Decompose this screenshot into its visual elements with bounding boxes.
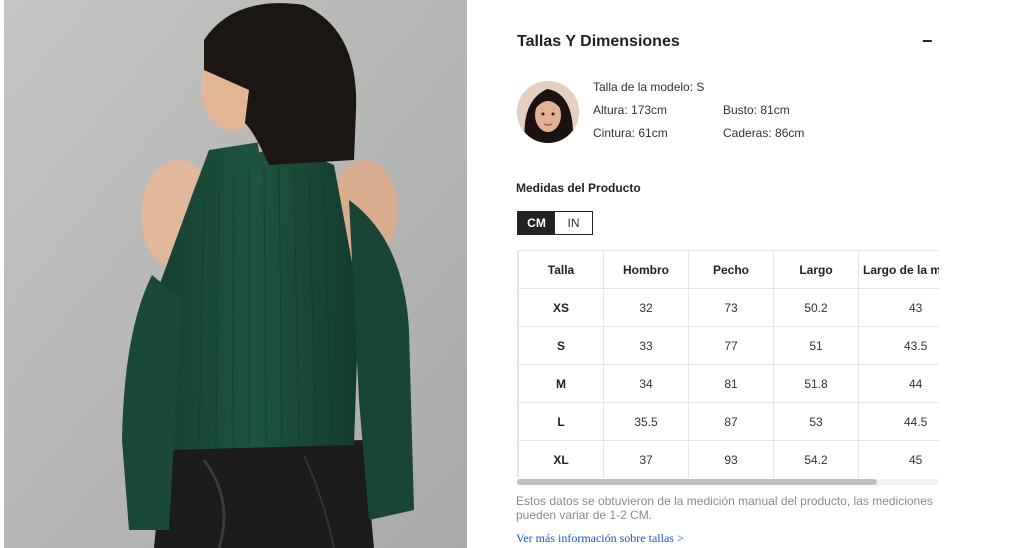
- unit-cm-button[interactable]: CM: [518, 212, 555, 234]
- collapse-icon[interactable]: −: [922, 32, 936, 52]
- table-cell: 33: [603, 326, 689, 365]
- model-height: Altura: 173cm: [593, 103, 668, 117]
- table-cell: 87: [688, 402, 774, 441]
- table-cell: 34: [603, 364, 689, 403]
- table-cell: 45: [858, 440, 939, 478]
- size-cell: S: [518, 326, 604, 365]
- table-row: XL 37 93 54.2 45: [518, 440, 939, 478]
- table-scrollbar-thumb[interactable]: [517, 479, 877, 485]
- table-cell: 51.8: [773, 364, 859, 403]
- table-header-row: Talla Hombro Pecho Largo Largo de la m: [518, 250, 939, 289]
- size-cell: XL: [518, 440, 604, 478]
- column-header: Largo de la m: [858, 250, 939, 289]
- table-cell: 54.2: [773, 440, 859, 478]
- table-row: M 34 81 51.8 44: [518, 364, 939, 403]
- table-row: L 35.5 87 53 44.5: [518, 402, 939, 441]
- table-row: XS 32 73 50.2 43: [518, 288, 939, 327]
- unit-in-button[interactable]: IN: [555, 212, 592, 234]
- table-cell: 44.5: [858, 402, 939, 441]
- column-header: Largo: [773, 250, 859, 289]
- table-cell: 50.2: [773, 288, 859, 327]
- size-info-link[interactable]: Ver más información sobre tallas >: [516, 531, 684, 546]
- section-title: Tallas Y Dimensiones: [517, 33, 680, 50]
- table-cell: 53: [773, 402, 859, 441]
- table-cell: 51: [773, 326, 859, 365]
- model-bust: Busto: 81cm: [723, 103, 790, 117]
- column-header: Pecho: [688, 250, 774, 289]
- table-cell: 37: [603, 440, 689, 478]
- measurement-note: Estos datos se obtuvieron de la medición…: [516, 494, 933, 522]
- column-header: Hombro: [603, 250, 689, 289]
- model-avatar-illustration: [517, 81, 579, 143]
- unit-toggle: CM IN: [517, 211, 593, 235]
- table-row: S 33 77 51 43.5: [518, 326, 939, 365]
- table-cell: 77: [688, 326, 774, 365]
- size-cell: XS: [518, 288, 604, 327]
- table-scrollbar[interactable]: [517, 479, 938, 485]
- product-photo: [4, 0, 467, 548]
- size-cell: L: [518, 402, 604, 441]
- model-avatar: [517, 81, 579, 143]
- table-cell: 43.5: [858, 326, 939, 365]
- table-cell: 73: [688, 288, 774, 327]
- table-cell: 81: [688, 364, 774, 403]
- size-cell: M: [518, 364, 604, 403]
- table-cell: 35.5: [603, 402, 689, 441]
- model-waist: Cintura: 61cm: [593, 126, 668, 140]
- measurements-label: Medidas del Producto: [516, 181, 641, 195]
- size-table-container[interactable]: Talla Hombro Pecho Largo Largo de la m X…: [517, 250, 939, 478]
- size-panel: Tallas Y Dimensiones − Talla de la model…: [470, 0, 1014, 548]
- model-hips: Caderas: 86cm: [723, 126, 805, 140]
- size-table: Talla Hombro Pecho Largo Largo de la m X…: [518, 250, 939, 478]
- column-header: Talla: [518, 250, 604, 289]
- table-cell: 32: [603, 288, 689, 327]
- table-cell: 43: [858, 288, 939, 327]
- product-image-illustration: [4, 0, 467, 548]
- table-cell: 93: [688, 440, 774, 478]
- table-cell: 44: [858, 364, 939, 403]
- model-size: Talla de la modelo: S: [593, 80, 705, 94]
